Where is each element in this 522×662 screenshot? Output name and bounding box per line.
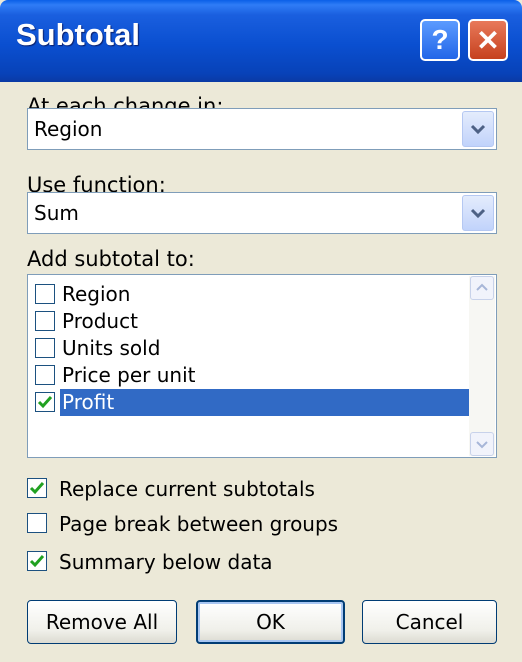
checkbox[interactable] bbox=[27, 478, 47, 498]
list-item[interactable]: Region bbox=[28, 281, 470, 308]
list-item[interactable]: Profit bbox=[28, 389, 470, 416]
use-function-dropdown[interactable]: Sum bbox=[27, 192, 497, 234]
list-item[interactable]: Price per unit bbox=[28, 362, 470, 389]
checkbox[interactable] bbox=[35, 365, 55, 385]
list-item-label: Product bbox=[62, 309, 138, 333]
dropdown-button[interactable] bbox=[462, 111, 494, 147]
dropdown-button[interactable] bbox=[462, 195, 494, 231]
title-bar[interactable]: Subtotal ? ✕ bbox=[0, 0, 522, 82]
list-item-label: Units sold bbox=[62, 336, 161, 360]
replace-current-subtotals-label: Replace current subtotals bbox=[59, 477, 315, 501]
add-subtotal-list[interactable]: Region Product Units sold Price per unit Pro… bbox=[27, 274, 497, 458]
remove-all-button[interactable]: Remove All bbox=[27, 600, 177, 644]
scroll-up-button[interactable] bbox=[470, 276, 494, 300]
checkbox[interactable] bbox=[35, 338, 55, 358]
at-each-change-dropdown[interactable]: Region bbox=[27, 108, 497, 150]
list-item-label: Price per unit bbox=[62, 363, 196, 387]
chevron-up-icon bbox=[476, 283, 488, 291]
help-button[interactable]: ? bbox=[420, 19, 460, 61]
help-icon: ? bbox=[431, 24, 449, 55]
list-scrollbar[interactable] bbox=[469, 276, 495, 456]
add-subtotal-label: Add subtotal to: bbox=[27, 247, 195, 271]
checkbox[interactable] bbox=[35, 392, 55, 412]
dialog-title: Subtotal bbox=[16, 17, 140, 52]
check-icon bbox=[29, 482, 45, 495]
summary-below-data-label: Summary below data bbox=[59, 550, 273, 574]
ok-button[interactable]: OK bbox=[196, 600, 345, 644]
scroll-down-button[interactable] bbox=[470, 432, 494, 456]
check-icon bbox=[29, 555, 45, 568]
chevron-down-icon bbox=[470, 124, 486, 135]
cancel-button[interactable]: Cancel bbox=[362, 600, 497, 644]
checkbox[interactable] bbox=[35, 311, 55, 331]
list-item-label: Region bbox=[62, 282, 131, 306]
checkbox[interactable] bbox=[35, 284, 55, 304]
check-icon bbox=[37, 396, 53, 409]
close-button[interactable]: ✕ bbox=[468, 19, 508, 61]
close-icon: ✕ bbox=[476, 24, 500, 56]
chevron-down-icon bbox=[476, 441, 488, 449]
checkbox[interactable] bbox=[27, 513, 47, 533]
use-function-value: Sum bbox=[34, 201, 79, 225]
chevron-down-icon bbox=[470, 208, 486, 219]
subtotal-dialog: Subtotal ? ✕ At each change in: Region U… bbox=[0, 0, 522, 662]
list-item[interactable]: Product bbox=[28, 308, 470, 335]
checkbox[interactable] bbox=[27, 551, 47, 571]
list-item[interactable]: Units sold bbox=[28, 335, 470, 362]
page-break-label: Page break between groups bbox=[59, 512, 339, 536]
at-each-change-value: Region bbox=[34, 117, 103, 141]
list-item-label: Profit bbox=[60, 389, 470, 416]
